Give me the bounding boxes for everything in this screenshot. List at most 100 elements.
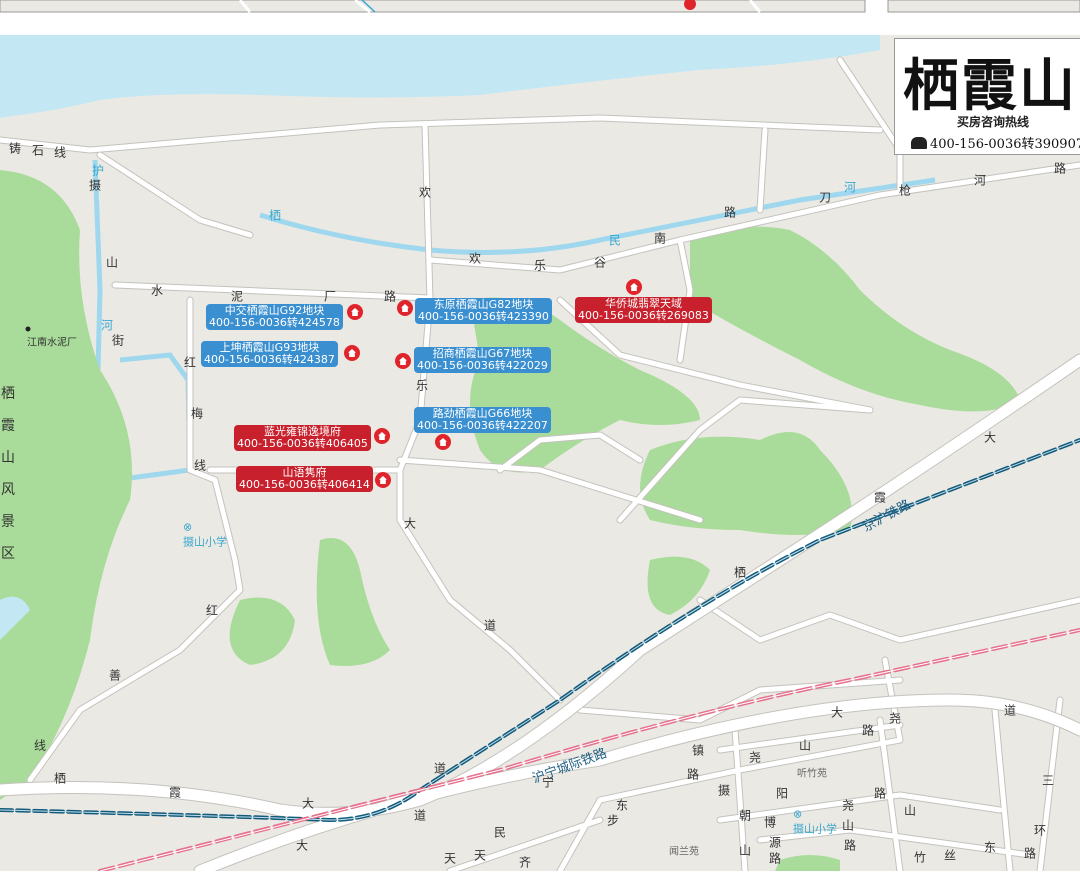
road-label-char: 谷 (593, 255, 607, 270)
road-label-char: 线 (53, 145, 67, 160)
road-label-char: 泥 (230, 289, 244, 304)
road-label-char: 丝 (943, 848, 957, 863)
road-label-char: 源 (768, 835, 782, 850)
road-label-char: 霞 (873, 490, 887, 505)
hotline-label: 买房咨询热线 (957, 115, 1030, 129)
map-title: 栖霞山 (903, 53, 1077, 119)
house-pin-icon[interactable] (344, 345, 360, 361)
adjacent-map-fragments (0, 0, 1080, 14)
listing-phone: 400-156-0036转406414 (239, 478, 370, 491)
road-label-char: 尧 (748, 750, 762, 765)
place-sheshan-school-2: ⊗ 摄山小学 (793, 807, 837, 836)
listing-card[interactable]: 山语隽府 400-156-0036转406414 (236, 466, 373, 492)
house-pin-icon[interactable] (626, 279, 642, 295)
house-pin-icon[interactable] (374, 428, 390, 444)
road-label-char: 东 (983, 840, 997, 855)
listing-phone: 400-156-0036转422207 (417, 419, 548, 432)
road-label-char: 大 (983, 430, 997, 445)
listing-card[interactable]: 上坤栖霞山G93地块 400-156-0036转424387 (201, 341, 338, 367)
road-label-char: 路 (861, 723, 875, 738)
road-label-char: 民 (493, 825, 507, 840)
road-label-char: 竹 (913, 850, 927, 865)
hotline: 400-156-0036转390907 (911, 133, 1080, 152)
road-label-char: 线 (33, 738, 47, 753)
road-label-char: 栖 (733, 565, 747, 580)
listing-phone: 400-156-0036转424387 (204, 353, 335, 366)
road-label-char: 大 (295, 838, 309, 853)
road-label-char: 线 (193, 458, 207, 473)
listing-card[interactable]: 路劲栖霞山G66地块 400-156-0036转422207 (414, 407, 551, 433)
scenic-area-label: 栖霞山风景区 (1, 386, 15, 562)
house-pin-icon[interactable] (435, 434, 451, 450)
listing-phone: 400-156-0036转406405 (237, 437, 368, 450)
listing-card[interactable]: 蓝光雍锦逸境府 400-156-0036转406405 (234, 425, 371, 451)
road-label-char: 乐 (533, 258, 547, 273)
listing-phone: 400-156-0036转424578 (209, 316, 340, 329)
road-label-char: 霞 (168, 785, 182, 800)
water-label-char: 民 (608, 233, 622, 248)
school-icon: ⊗ (183, 520, 193, 534)
road-label-char: 大 (403, 516, 417, 531)
listing-phone: 400-156-0036转423390 (418, 310, 549, 323)
map-canvas[interactable]: 铸石线摄山街水泥厂路欢乐谷南路刀枪河路欢乐大道红梅线红善线栖霞大道大霞栖宁镇大道… (0, 35, 1080, 875)
road-label-char: 山 (738, 843, 752, 858)
road-label-char: 路 (686, 767, 700, 782)
listing-card[interactable]: 东原栖霞山G82地块 400-156-0036转423390 (415, 298, 552, 324)
road-label-char: 道 (433, 761, 447, 776)
road-label-char: 河 (973, 173, 987, 188)
phone-icon (911, 137, 927, 149)
water-label-char: 栖 (268, 208, 282, 223)
road-label-char: 环 (1033, 823, 1047, 838)
road-label-char: 山 (903, 803, 917, 818)
water-label-char: 护 (91, 163, 105, 178)
house-pin-icon[interactable] (347, 304, 363, 320)
road-label-char: 山 (105, 255, 119, 270)
road-label-char: 欢 (468, 251, 482, 266)
house-pin-icon[interactable] (395, 353, 411, 369)
place-jiangnan-cement: 江南水泥厂 (27, 337, 77, 349)
road-label-char: 南 (653, 231, 667, 246)
road-label-char: 山 (798, 738, 812, 753)
house-pin-icon[interactable] (397, 300, 413, 316)
map-base (0, 35, 1080, 875)
road-label-char: 三 (1041, 773, 1055, 788)
road-label-char: 尧 (841, 798, 855, 813)
road-label-char: 大 (301, 796, 315, 811)
road-label-char: 路 (723, 205, 737, 220)
road-label-char: 大 (830, 705, 844, 720)
road-label-char: 路 (1053, 161, 1067, 176)
road-label-char: 梅 (190, 406, 204, 421)
water-label-char: 河 (843, 180, 857, 195)
water-label-char: 河 (100, 318, 114, 333)
road-label-char: 乐 (415, 378, 429, 393)
road-label-char: 路 (873, 786, 887, 801)
title-box: 栖霞山 买房咨询热线 400-156-0036转390907 (894, 38, 1080, 155)
road-label-char: 天 (473, 848, 487, 863)
road-label-char: 步 (606, 813, 620, 828)
listing-phone: 400-156-0036转269083 (578, 309, 709, 322)
road-label-char: 栖 (53, 771, 67, 786)
road-label-char: 博 (763, 815, 777, 830)
road-label-char: 路 (1023, 846, 1037, 861)
road-label-char: 红 (183, 355, 197, 370)
place-wenlan-yuan: 闻兰苑 (669, 846, 699, 858)
road-label-char: 路 (383, 289, 397, 304)
road-label-char: 尧 (888, 711, 902, 726)
road-label-char: 路 (843, 838, 857, 853)
adjacent-map-strip (0, 0, 1080, 35)
road-label-char: 善 (108, 668, 122, 683)
listing-card[interactable]: 中交栖霞山G92地块 400-156-0036转424578 (206, 304, 343, 330)
place-tingzhu-yuan: 听竹苑 (797, 768, 827, 780)
road-label-char: 天 (443, 851, 457, 866)
road-label-char: 摄 (88, 178, 102, 193)
road-label-char: 道 (1003, 703, 1017, 718)
house-pin-icon[interactable] (375, 472, 391, 488)
listing-card[interactable]: 招商栖霞山G67地块 400-156-0036转422029 (414, 347, 551, 373)
road-label-char: 山 (841, 818, 855, 833)
road-label-char: 摄 (717, 783, 731, 798)
road-label-char: 路 (768, 851, 782, 866)
listing-card[interactable]: 华侨城翡翠天域 400-156-0036转269083 (575, 297, 712, 323)
road-label-char: 镇 (691, 743, 705, 758)
road-label-char: 阳 (775, 786, 789, 801)
road-label-char: 红 (205, 603, 219, 618)
